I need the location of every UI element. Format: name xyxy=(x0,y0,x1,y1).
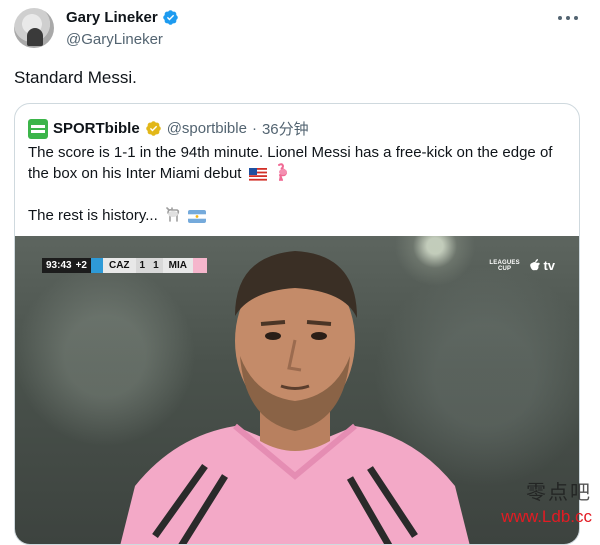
author-name[interactable]: Gary Lineker xyxy=(66,9,179,26)
scoreboard: 93:43 +2 CAZ 1 1 MIA xyxy=(42,258,208,273)
leagues-cup-logo: LEAGUES CUP xyxy=(489,259,520,272)
author-handle[interactable]: @GaryLineker xyxy=(66,31,163,48)
more-options-icon[interactable] xyxy=(558,10,578,26)
away-score: 1 xyxy=(149,258,163,273)
author-avatar[interactable] xyxy=(14,8,54,48)
goat-icon xyxy=(166,207,180,222)
player-image xyxy=(120,251,470,544)
home-team-color xyxy=(90,258,103,273)
match-clock: 93:43 +2 xyxy=(42,258,91,273)
home-score: 1 xyxy=(135,258,150,273)
us-flag-icon xyxy=(248,168,267,181)
argentina-flag-icon xyxy=(188,210,207,223)
apple-tv-logo: tv xyxy=(530,258,555,273)
verified-badge-icon xyxy=(162,10,178,25)
watermark: 零点吧 www.Ldb.cc xyxy=(501,476,592,527)
watermark-chinese: 零点吧 xyxy=(526,480,592,504)
away-team: MIA xyxy=(162,258,194,273)
watermark-url: www.Ldb.cc xyxy=(501,507,592,526)
author-name-text[interactable]: Gary Lineker xyxy=(66,9,158,26)
quoted-tweet-header: SPORTbible @sportbible · 36分钟 xyxy=(28,118,309,139)
home-team: CAZ xyxy=(102,258,136,273)
quoted-tweet-time[interactable]: 36分钟 xyxy=(262,118,309,139)
quoted-text-line2: The rest is history... xyxy=(28,207,158,224)
video-player[interactable]: 93:43 +2 CAZ 1 1 MIA LEAGUES CUP tv xyxy=(15,236,579,544)
verified-badge-icon xyxy=(145,121,161,136)
quoted-author-handle[interactable]: @sportbible xyxy=(167,120,247,137)
clock-text: 93:43 xyxy=(46,260,72,271)
added-time: +2 xyxy=(75,260,87,271)
quoted-text-line1: The score is 1-1 in the 94th minute. Lio… xyxy=(28,144,553,182)
apple-icon xyxy=(530,259,540,271)
quoted-author-name[interactable]: SPORTbible xyxy=(53,120,140,137)
broadcaster-text: tv xyxy=(543,258,555,273)
tweet-text: Standard Messi. xyxy=(14,68,137,87)
broadcast-logos: LEAGUES CUP tv xyxy=(489,258,555,273)
quoted-tweet-text: The score is 1-1 in the 94th minute. Lio… xyxy=(28,142,568,226)
quoted-tweet[interactable]: SPORTbible @sportbible · 36分钟 The score … xyxy=(14,103,580,545)
flamingo-icon xyxy=(277,163,287,181)
away-team-color xyxy=(193,258,208,273)
separator-dot: · xyxy=(251,120,257,137)
sportbible-logo[interactable] xyxy=(28,118,48,139)
